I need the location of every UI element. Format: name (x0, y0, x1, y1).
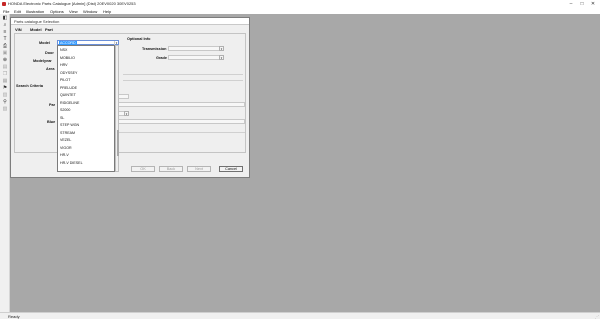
note-icon[interactable]: ▦ (2, 79, 8, 84)
bookmark-icon[interactable]: ⚑ (2, 86, 8, 91)
menu-help[interactable]: Help (103, 9, 111, 14)
status-bar: Ready ⋰ (0, 312, 600, 319)
grade-select[interactable] (168, 55, 224, 60)
parts-catalogue-selection-dialog: Parts catalogue Selection VIN Model Part… (10, 17, 250, 178)
menu-window[interactable]: Window (83, 9, 97, 14)
list-item[interactable]: HRV (60, 63, 68, 67)
list-item[interactable]: SL (60, 116, 64, 120)
tab-model[interactable]: Model (30, 27, 42, 32)
status-text: Ready (8, 314, 20, 319)
list-item[interactable]: PILOT (60, 78, 70, 82)
search-criteria-label: Search Criteria (16, 84, 44, 88)
list-item[interactable]: NSX (60, 48, 67, 52)
filter-icon[interactable]: ▥ (2, 93, 8, 98)
chevron-down-icon[interactable]: ▾ (124, 111, 129, 116)
catalogue-icon[interactable]: ◧ (2, 16, 8, 21)
separator (115, 132, 245, 133)
cancel-button[interactable]: Cancel (219, 166, 243, 172)
optional-info-label: Optional Info (127, 37, 151, 41)
image-icon[interactable]: ▣ (2, 51, 8, 56)
door-label: Door (45, 51, 54, 55)
transmission-label: Transmission (142, 47, 167, 51)
dialog-title: Parts catalogue Selection (14, 19, 60, 24)
maximize-icon[interactable]: □ (577, 0, 587, 8)
dropdown-scrollbar[interactable] (115, 45, 119, 172)
dialog-title-bar: Parts catalogue Selection (11, 18, 249, 25)
back-button[interactable]: Back (159, 166, 183, 172)
blue-label: Blue (47, 120, 56, 124)
list-item[interactable]: VEZEL (60, 138, 71, 142)
window-title: HONDA Electronic Parts Catalogue [Admin]… (8, 1, 136, 6)
ok-button[interactable]: OK (131, 166, 155, 172)
grade-label: Grade (156, 56, 167, 60)
resize-grip-icon[interactable]: ⋰ (595, 314, 599, 319)
list-item[interactable]: HR-V DIESEL (60, 161, 83, 165)
menu-illustration[interactable]: Illustration (26, 9, 44, 14)
model-label: Model (39, 41, 50, 45)
next-button[interactable]: Next (187, 166, 211, 172)
title-bar: HONDA Electronic Parts Catalogue [Admin]… (0, 0, 600, 8)
list-item[interactable]: MOBILIO (60, 56, 75, 60)
part-number-field[interactable] (115, 102, 245, 107)
page-icon[interactable]: ▤ (2, 65, 8, 70)
copy-icon[interactable]: ❐ (2, 72, 8, 77)
zoom-in-icon[interactable]: ⊕ (2, 58, 8, 63)
model-dropdown-list[interactable]: NSX MOBILIO HRV ODYSSEY PILOT PRELUDE QU… (57, 45, 115, 172)
close-icon[interactable]: ✕ (588, 0, 598, 8)
menu-file[interactable]: File (3, 9, 9, 14)
transmission-select[interactable] (168, 46, 224, 51)
scrollbar-thumb[interactable] (116, 130, 119, 156)
list-item[interactable]: S2000 (60, 108, 70, 112)
list-icon[interactable]: ≡ (2, 30, 8, 35)
list-item[interactable]: STEP WGN (60, 123, 79, 127)
par-label: Par (49, 103, 56, 107)
list-item[interactable]: STREAM (60, 131, 75, 135)
list-item[interactable]: ODYSSEY (60, 71, 77, 75)
list-item[interactable]: HR-V (60, 153, 69, 157)
history-icon[interactable]: ▧ (2, 107, 8, 112)
app-icon (2, 1, 6, 6)
left-toolbar: ◧ ⌕ ≡ T ⎙ ▣ ⊕ ▤ ❐ ▦ ⚑ ▥ ⚲ ▧ (0, 14, 10, 312)
tab-part[interactable]: Part (45, 27, 53, 32)
menu-edit[interactable]: Edit (14, 9, 21, 14)
list-item[interactable]: QUINTET (60, 93, 76, 97)
modelyear-label: Modelyear (33, 59, 52, 63)
text-icon[interactable]: T (2, 37, 8, 42)
tab-vin[interactable]: VIN (15, 27, 22, 32)
list-item[interactable]: VIGOR (60, 146, 72, 150)
list-item[interactable]: PRELUDE (60, 86, 77, 90)
list-item[interactable]: RIDGELINE (60, 101, 79, 105)
menu-options[interactable]: Options (50, 9, 64, 14)
blueprint-field[interactable] (115, 119, 245, 124)
chevron-down-icon[interactable]: ▾ (219, 55, 224, 60)
minimize-icon[interactable]: – (566, 0, 576, 8)
print-icon[interactable]: ⎙ (2, 44, 8, 49)
separator (123, 74, 243, 75)
pin-icon[interactable]: ⚲ (2, 100, 8, 105)
separator (123, 80, 243, 81)
area-label: Area (46, 67, 55, 71)
search-icon[interactable]: ⌕ (2, 23, 8, 28)
menu-view[interactable]: View (69, 9, 78, 14)
chevron-down-icon[interactable]: ▾ (219, 46, 224, 51)
